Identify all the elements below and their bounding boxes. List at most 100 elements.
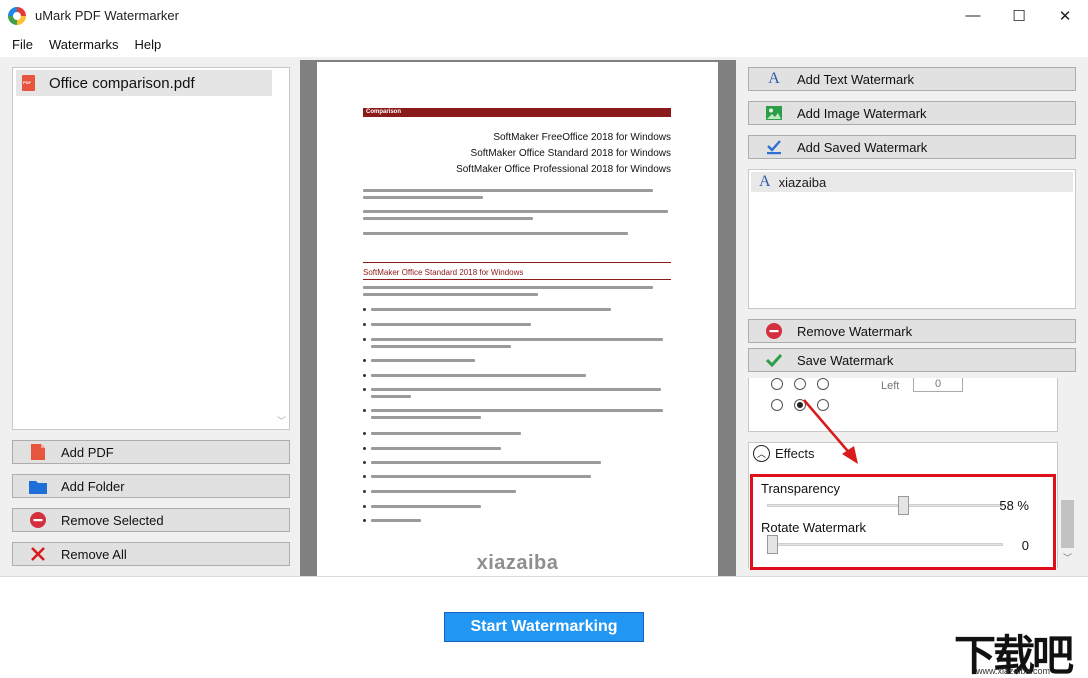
- bullet: [363, 323, 366, 326]
- add-image-watermark-label: Add Image Watermark: [797, 105, 927, 121]
- watermark-name: xiazaiba: [778, 174, 827, 190]
- window-title: uMark PDF Watermarker: [35, 8, 179, 23]
- remove-selected-button[interactable]: Remove Selected: [12, 508, 290, 532]
- text-line: [371, 461, 601, 464]
- remove-watermark-button[interactable]: Remove Watermark: [748, 319, 1076, 343]
- text-line: [363, 196, 483, 199]
- bullet: [363, 374, 366, 377]
- page-rule: [363, 262, 671, 263]
- text-line: [371, 416, 481, 419]
- remove-selected-label: Remove Selected: [61, 512, 164, 528]
- highlight-box: [750, 474, 1056, 570]
- left-offset-input[interactable]: 0: [913, 378, 963, 392]
- text-line: [371, 519, 421, 522]
- save-watermark-button[interactable]: Save Watermark: [748, 348, 1076, 372]
- watermark-list[interactable]: A xiazaiba: [748, 169, 1076, 309]
- text-line: [371, 345, 511, 348]
- text-line: [371, 388, 661, 391]
- bullet: [363, 447, 366, 450]
- text-line: [363, 286, 653, 289]
- minimize-button[interactable]: —: [950, 0, 996, 31]
- page-rule: [363, 279, 671, 280]
- text-line: [363, 217, 533, 220]
- position-radio[interactable]: [794, 378, 806, 390]
- text-watermark-icon: A: [759, 173, 771, 190]
- add-folder-button[interactable]: Add Folder: [12, 474, 290, 498]
- watermark-list-item[interactable]: A xiazaiba: [751, 172, 1073, 192]
- minus-circle-icon: [765, 323, 783, 339]
- position-radio[interactable]: [771, 399, 783, 411]
- start-watermarking-button[interactable]: Start Watermarking: [444, 612, 644, 642]
- position-radio[interactable]: [771, 378, 783, 390]
- scroll-down-icon[interactable]: ﹀: [1063, 551, 1072, 564]
- left-offset-label: Left: [881, 380, 900, 392]
- save-watermark-label: Save Watermark: [797, 352, 894, 368]
- add-image-watermark-button[interactable]: Add Image Watermark: [748, 101, 1076, 125]
- collapse-up-icon[interactable]: ︿: [753, 445, 770, 462]
- text-line: [363, 210, 668, 213]
- close-button[interactable]: ✕: [1042, 0, 1088, 31]
- minus-circle-icon: [29, 512, 47, 528]
- red-x-icon: [29, 546, 47, 562]
- remove-watermark-label: Remove Watermark: [797, 323, 913, 339]
- text-line: [371, 395, 411, 398]
- image-icon: [765, 105, 783, 121]
- add-folder-label: Add Folder: [61, 478, 125, 494]
- bullet: [363, 505, 366, 508]
- bullet: [363, 432, 366, 435]
- file-list[interactable]: Office comparison.pdf ﹀: [12, 67, 290, 430]
- text-line: [371, 490, 516, 493]
- add-pdf-button[interactable]: Add PDF: [12, 440, 290, 464]
- position-radio[interactable]: [817, 378, 829, 390]
- title-bar: uMark PDF Watermarker — ☐ ✕: [0, 0, 1088, 31]
- remove-all-label: Remove All: [61, 546, 127, 562]
- remove-all-button[interactable]: Remove All: [12, 542, 290, 566]
- bullet: [363, 388, 366, 391]
- add-saved-watermark-button[interactable]: Add Saved Watermark: [748, 135, 1076, 159]
- file-list-item[interactable]: Office comparison.pdf: [16, 70, 272, 96]
- bullet: [363, 475, 366, 478]
- text-line: [371, 308, 611, 311]
- annotation-arrow: [803, 399, 858, 464]
- bullet: [363, 519, 366, 522]
- scroll-down-icon[interactable]: ﹀: [277, 414, 286, 427]
- preview-page: Comparison SoftMaker FreeOffice 2018 for…: [317, 62, 718, 578]
- text-line: [371, 475, 591, 478]
- menu-file[interactable]: File: [4, 37, 41, 52]
- text-line: [371, 409, 663, 412]
- page-section-bar: Comparison: [363, 108, 671, 117]
- bullet: [363, 359, 366, 362]
- menu-watermarks[interactable]: Watermarks: [41, 37, 127, 52]
- app-logo-icon: [8, 6, 26, 25]
- menu-help[interactable]: Help: [127, 37, 170, 52]
- pdf-file-icon: [22, 75, 35, 91]
- page-title-3: SoftMaker Office Professional 2018 for W…: [456, 164, 671, 175]
- scrollbar-thumb[interactable]: [1061, 500, 1074, 548]
- green-check-icon: [765, 352, 783, 368]
- menu-bar: File Watermarks Help: [0, 31, 1088, 57]
- file-name: Office comparison.pdf: [49, 74, 195, 92]
- folder-icon: [29, 478, 47, 494]
- window-controls: — ☐ ✕: [950, 0, 1088, 31]
- page-title-1: SoftMaker FreeOffice 2018 for Windows: [493, 132, 671, 143]
- bullet: [363, 461, 366, 464]
- text-letter-icon: A: [768, 70, 780, 87]
- page-title-2: SoftMaker Office Standard 2018 for Windo…: [470, 148, 671, 159]
- add-saved-watermark-label: Add Saved Watermark: [797, 139, 928, 155]
- text-line: [363, 293, 538, 296]
- maximize-button[interactable]: ☐: [996, 0, 1042, 31]
- text-line: [363, 232, 628, 235]
- text-line: [363, 189, 653, 192]
- add-pdf-label: Add PDF: [61, 444, 114, 460]
- text-line: [371, 374, 586, 377]
- add-text-watermark-label: Add Text Watermark: [797, 71, 915, 87]
- preview-watermark-text: xiazaiba: [476, 552, 559, 574]
- text-line: [371, 505, 481, 508]
- text-line: [371, 432, 521, 435]
- bullet: [363, 308, 366, 311]
- add-text-watermark-button[interactable]: A Add Text Watermark: [748, 67, 1076, 91]
- settings-scrollbar[interactable]: ﹀: [1059, 378, 1076, 568]
- bullet: [363, 338, 366, 341]
- pdf-preview: Comparison SoftMaker FreeOffice 2018 for…: [300, 60, 736, 578]
- saved-check-icon: [765, 139, 783, 155]
